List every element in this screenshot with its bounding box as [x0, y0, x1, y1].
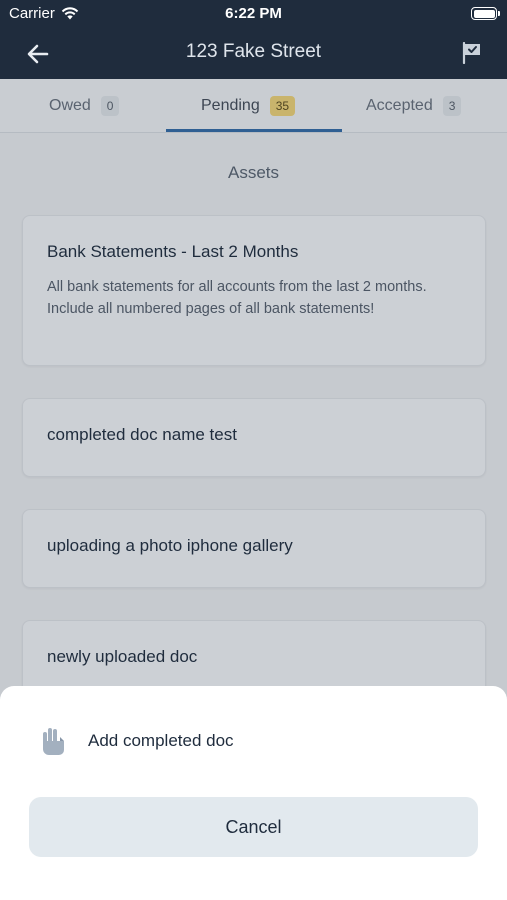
document-title: uploading a photo iphone gallery: [47, 536, 293, 555]
document-card[interactable]: completed doc name test: [22, 398, 486, 477]
add-completed-doc-button[interactable]: Add completed doc: [40, 726, 234, 756]
document-title: Bank Statements - Last 2 Months: [47, 242, 299, 261]
document-description: All bank statements for all accounts fro…: [47, 279, 427, 317]
count-badge: 35: [269, 96, 296, 116]
flag-button[interactable]: [457, 39, 487, 67]
section-title: Assets: [227, 163, 280, 182]
document-title: completed doc name test: [47, 425, 237, 444]
cancel-button[interactable]: Cancel: [29, 797, 478, 857]
tab-label: Pending: [201, 97, 260, 114]
tab-owed[interactable]: Owed 0: [49, 79, 120, 133]
tab-pending[interactable]: Pending 35: [201, 79, 296, 133]
tab-label: Owed: [49, 97, 91, 114]
document-title: newly uploaded doc: [47, 647, 198, 666]
action-label: Add completed doc: [88, 731, 234, 750]
segment-tabs: Owed 0 Pending 35 Accepted 3: [0, 79, 507, 133]
document-card[interactable]: Bank Statements - Last 2 Months All bank…: [22, 215, 486, 366]
battery-icon: [471, 7, 500, 20]
page-title: 123 Fake Street: [185, 41, 322, 62]
status-bar: Carrier 6:22 PM: [0, 0, 507, 28]
document-card[interactable]: uploading a photo iphone gallery: [22, 509, 486, 588]
status-time: 6:22 PM: [225, 5, 282, 22]
active-tab-indicator: [166, 129, 342, 132]
tab-label: Accepted: [366, 97, 433, 114]
count-badge: 3: [442, 96, 462, 116]
tab-accepted[interactable]: Accepted 3: [366, 79, 462, 133]
nav-bar: 123 Fake Street: [0, 28, 507, 79]
count-badge: 0: [100, 96, 120, 116]
hand-paper-icon: [43, 728, 64, 755]
action-sheet: Add completed doc Cancel: [0, 686, 507, 900]
flag-icon: [462, 42, 480, 64]
